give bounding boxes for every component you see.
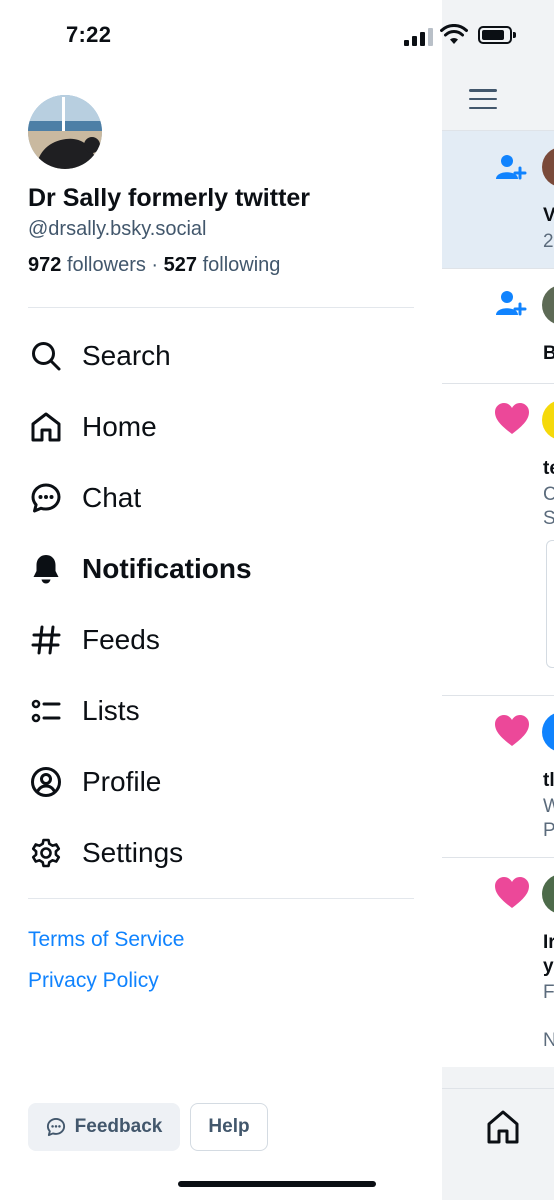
hash-icon bbox=[28, 622, 64, 658]
home-indicator bbox=[178, 1181, 376, 1187]
nav-item-search[interactable]: Search bbox=[28, 320, 414, 391]
nav-item-label: Search bbox=[82, 339, 171, 371]
notification-time: 2 bbox=[543, 231, 554, 252]
profile-stats[interactable]: 972 followers · 527 following bbox=[28, 254, 280, 277]
status-bar: 7:22 bbox=[0, 0, 554, 70]
legal-links: Terms of Service Privacy Policy bbox=[28, 928, 184, 1010]
nav-item-settings[interactable]: Settings bbox=[28, 817, 414, 888]
followers-count: 972 bbox=[28, 254, 62, 276]
notification-text: C bbox=[543, 484, 554, 505]
nav-item-feeds[interactable]: Feeds bbox=[28, 604, 414, 675]
notification-text: tl bbox=[543, 770, 554, 791]
notification-text: Ir bbox=[543, 932, 554, 953]
drawer-nav: Search Home Chat Notifications Feeds Lis… bbox=[28, 320, 414, 888]
notification-text: P bbox=[543, 820, 554, 841]
nav-item-label: Profile bbox=[82, 765, 162, 797]
home-tab-icon[interactable] bbox=[486, 1109, 520, 1145]
nav-item-label: Settings bbox=[82, 836, 184, 868]
follow-icon bbox=[496, 155, 527, 180]
stats-separator: · bbox=[151, 254, 159, 276]
follow-icon bbox=[496, 291, 527, 316]
profile-avatar[interactable] bbox=[28, 95, 102, 169]
nav-item-label: Home bbox=[82, 410, 157, 442]
heart-icon bbox=[495, 715, 529, 746]
nav-item-home[interactable]: Home bbox=[28, 391, 414, 462]
nav-item-label: Feeds bbox=[82, 623, 160, 655]
notification-item[interactable]: tl W P bbox=[442, 695, 554, 857]
following-count: 527 bbox=[163, 254, 198, 276]
profile-display-name: Dr Sally formerly twitter bbox=[28, 184, 311, 212]
list-icon bbox=[28, 693, 64, 729]
home-icon bbox=[28, 409, 64, 445]
user-circle-icon bbox=[28, 764, 64, 800]
help-label: Help bbox=[208, 1116, 250, 1137]
notification-item[interactable]: Ir y F N bbox=[442, 857, 554, 1067]
privacy-policy-link[interactable]: Privacy Policy bbox=[28, 969, 184, 993]
status-time: 7:22 bbox=[66, 22, 112, 47]
nav-item-label: Chat bbox=[82, 481, 142, 513]
nav-item-lists[interactable]: Lists bbox=[28, 675, 414, 746]
notification-text: V bbox=[543, 205, 554, 226]
nav-item-label: Lists bbox=[82, 694, 140, 726]
avatar[interactable] bbox=[542, 147, 554, 187]
help-button[interactable]: Help bbox=[190, 1103, 268, 1151]
notification-text: S bbox=[543, 508, 554, 529]
following-label: following bbox=[202, 254, 281, 276]
notification-text: B bbox=[543, 343, 554, 364]
notification-text: te bbox=[543, 458, 554, 479]
navigation-drawer: Dr Sally formerly twitter @drsally.bsky.… bbox=[0, 0, 442, 1200]
notification-item[interactable]: te C S bbox=[442, 383, 554, 695]
heart-icon bbox=[495, 403, 529, 434]
terms-of-service-link[interactable]: Terms of Service bbox=[28, 928, 184, 952]
search-icon bbox=[28, 338, 64, 374]
battery-icon bbox=[478, 26, 516, 44]
notification-text: N bbox=[543, 1030, 554, 1051]
notification-text: y bbox=[543, 956, 554, 977]
followers-label: followers bbox=[66, 254, 146, 276]
bottom-tab-bar bbox=[442, 1088, 554, 1200]
gear-icon bbox=[28, 835, 64, 871]
menu-icon[interactable] bbox=[469, 89, 497, 109]
background-notifications-screen[interactable]: V 2 B te C S tl W P Ir y F bbox=[442, 0, 554, 1200]
wifi-icon bbox=[440, 24, 468, 44]
profile-handle: @drsally.bsky.social bbox=[28, 218, 207, 240]
avatar[interactable] bbox=[542, 874, 554, 914]
notification-item[interactable]: V 2 bbox=[442, 130, 554, 268]
chat-icon bbox=[28, 480, 64, 516]
notification-text: F bbox=[543, 982, 554, 1003]
avatar[interactable] bbox=[542, 712, 554, 752]
bell-icon bbox=[28, 551, 64, 587]
chat-bubble-icon bbox=[46, 1117, 66, 1137]
nav-item-label: Notifications bbox=[82, 552, 252, 584]
post-embed-card[interactable] bbox=[546, 540, 554, 668]
cellular-signal-icon bbox=[404, 28, 433, 46]
avatar[interactable] bbox=[542, 400, 554, 440]
divider bbox=[28, 898, 414, 899]
nav-item-notifications[interactable]: Notifications bbox=[28, 533, 414, 604]
divider bbox=[28, 307, 414, 308]
avatar[interactable] bbox=[542, 285, 554, 325]
nav-item-chat[interactable]: Chat bbox=[28, 462, 414, 533]
heart-icon bbox=[495, 877, 529, 908]
avatar-photo bbox=[28, 95, 102, 169]
notification-item[interactable]: B bbox=[442, 268, 554, 383]
feedback-label: Feedback bbox=[74, 1116, 163, 1137]
nav-item-profile[interactable]: Profile bbox=[28, 746, 414, 817]
feedback-button[interactable]: Feedback bbox=[28, 1103, 180, 1151]
notification-text: W bbox=[543, 796, 554, 817]
